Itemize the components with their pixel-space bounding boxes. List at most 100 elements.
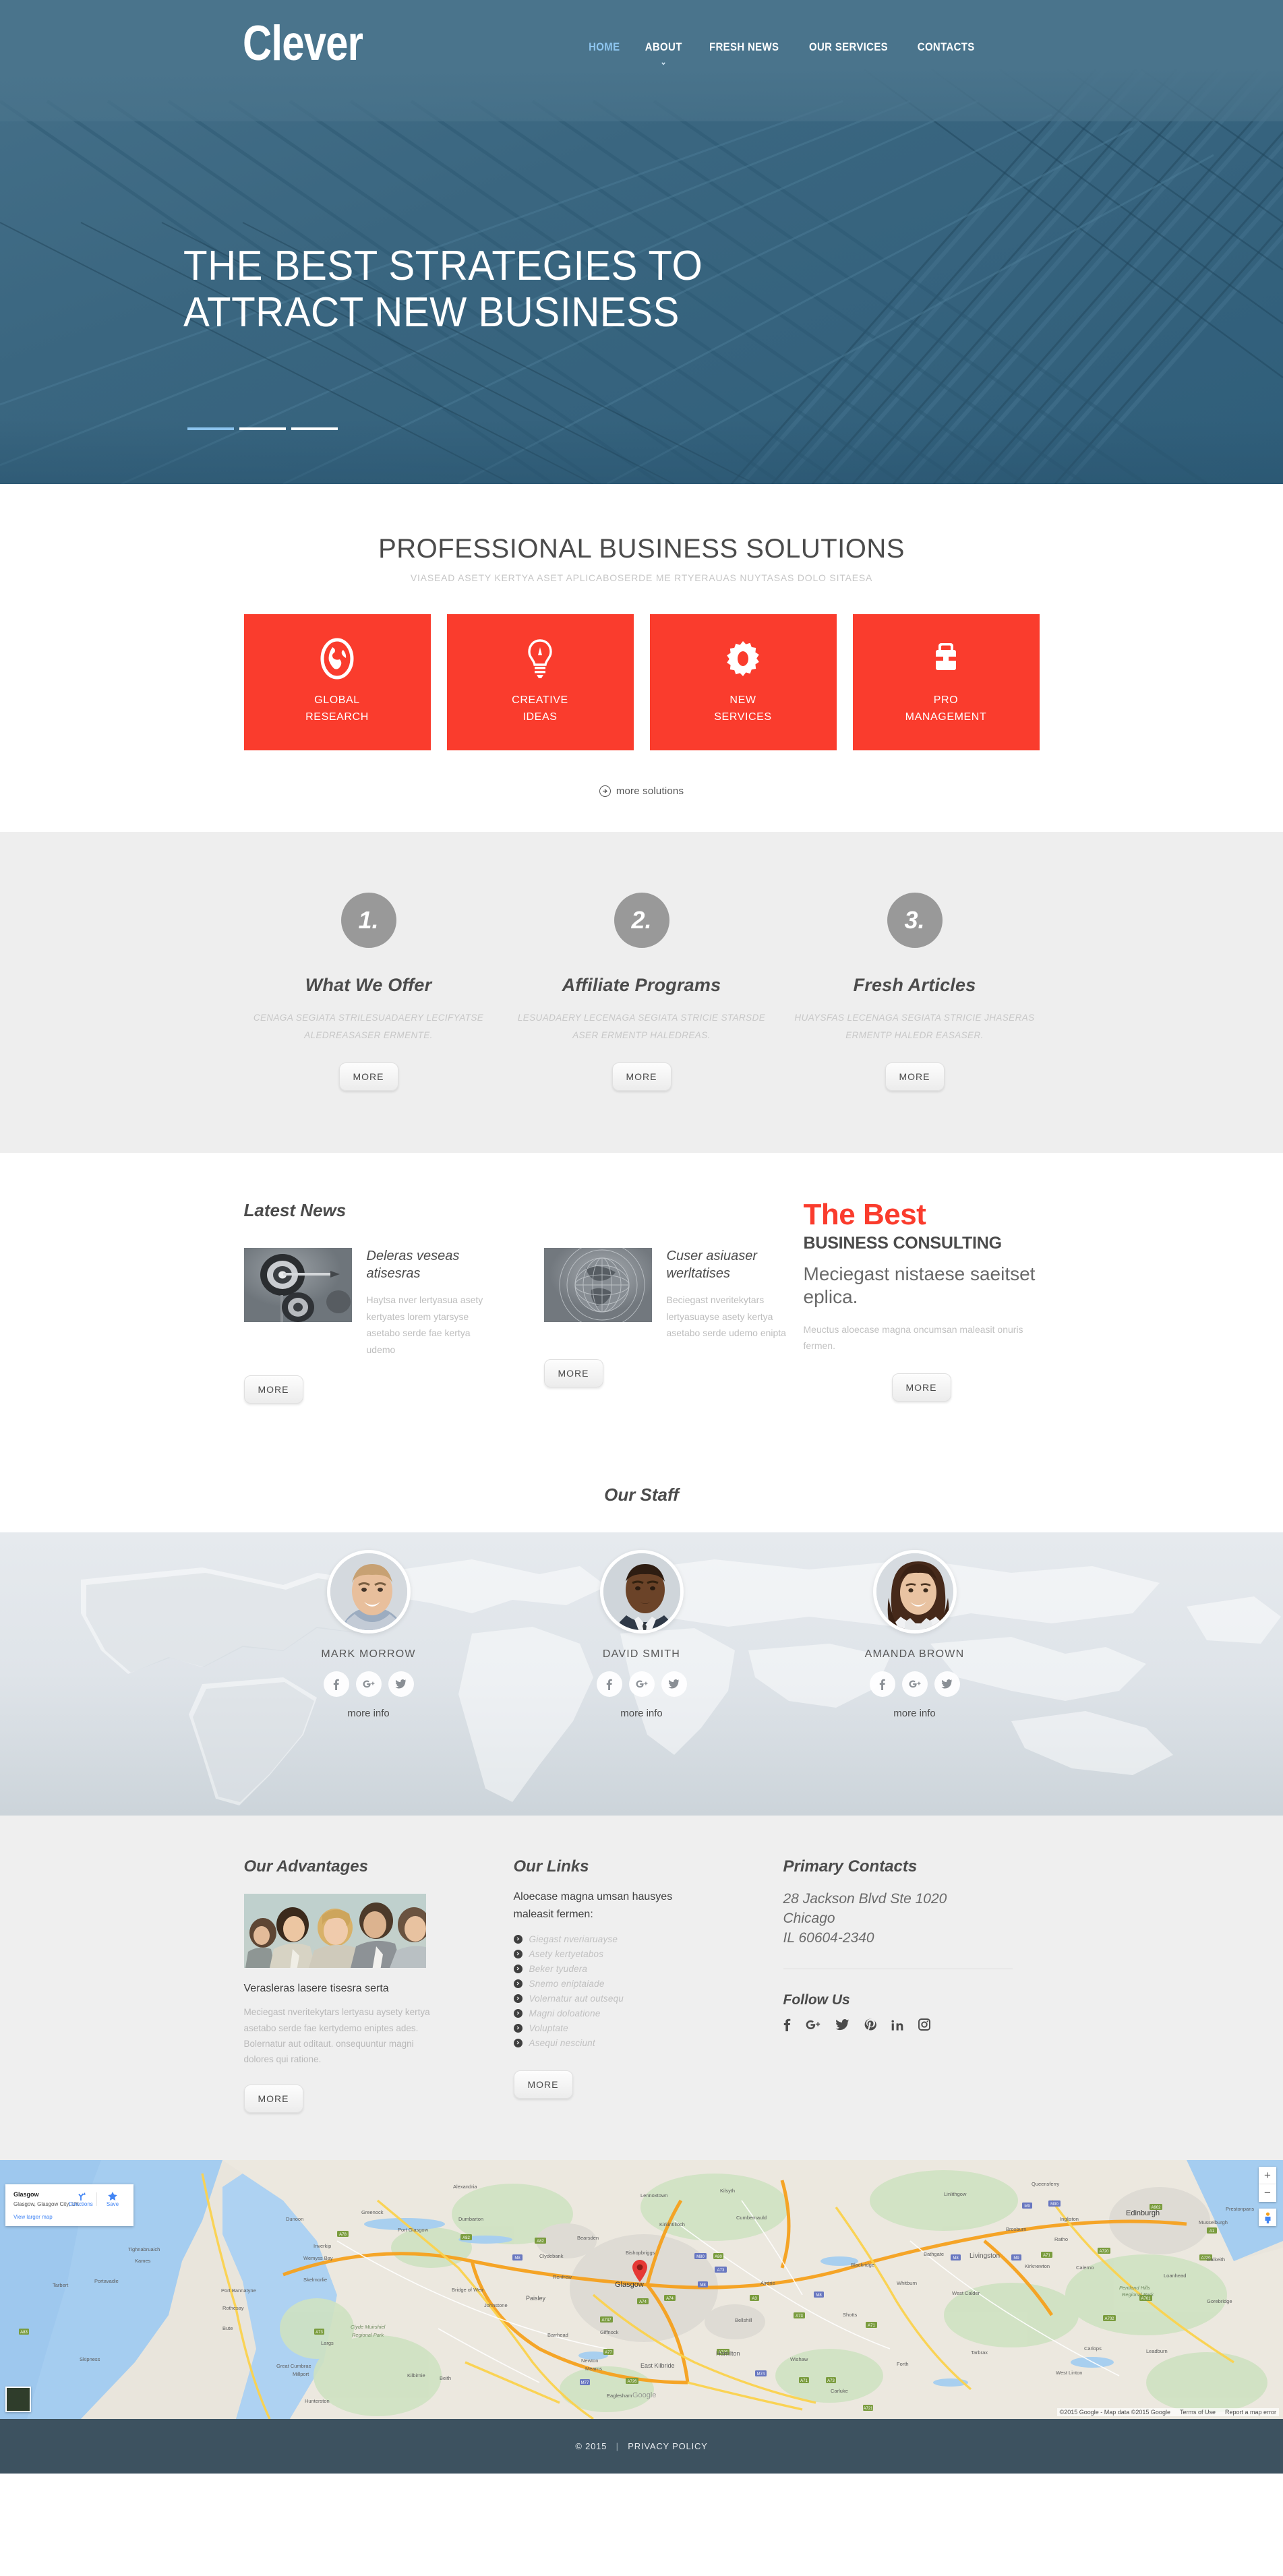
step-1-more-button[interactable]: MORE — [338, 1062, 398, 1091]
twitter-icon[interactable] — [661, 1671, 687, 1698]
facebook-icon[interactable] — [596, 1671, 622, 1698]
svg-text:West Calder: West Calder — [952, 2290, 980, 2296]
map-terms-of-use[interactable]: Terms of Use — [1180, 2409, 1216, 2416]
google-plus-icon[interactable] — [806, 2019, 820, 2031]
nav-item-about[interactable]: ABOUT ⌄ — [645, 40, 682, 67]
solution-card-global-research[interactable]: GLOBAL RESEARCH — [243, 614, 431, 750]
step-3-number: 3. — [887, 893, 943, 948]
solution-card-3-line2: SERVICES — [714, 711, 772, 723]
news-item-2-thumbnail[interactable] — [543, 1248, 652, 1323]
advantages-more-button[interactable]: MORE — [243, 2085, 303, 2114]
svg-text:A721: A721 — [863, 2407, 873, 2411]
avatar[interactable] — [599, 1550, 684, 1634]
step-2-more-button[interactable]: MORE — [611, 1062, 672, 1091]
instagram-icon[interactable] — [918, 2018, 930, 2031]
avatar[interactable] — [326, 1550, 411, 1634]
svg-text:Edinburgh: Edinburgh — [1126, 2209, 1160, 2217]
staff-member-1-more-info[interactable]: more info — [244, 1708, 494, 1719]
nav-item-our-services[interactable]: OUR SERVICES — [809, 40, 888, 54]
svg-text:East Kilbride: East Kilbride — [640, 2362, 675, 2369]
latest-news-heading: Latest News — [243, 1200, 347, 1221]
footer-info-section: Our Advantages Verasleras lasere tisesra… — [0, 1816, 1283, 2161]
hero-slider-pagination — [187, 427, 338, 430]
svg-text:Clydebank: Clydebank — [539, 2253, 564, 2259]
map-satellite-thumbnail[interactable] — [5, 2387, 31, 2413]
google-map-canvas[interactable]: A82 A82 A78 M8 M80 A80 A73 M8 M8 M8 M9 M… — [0, 2160, 1283, 2420]
news-item-1-thumbnail[interactable] — [243, 1248, 352, 1323]
nav-item-fresh-news[interactable]: FRESH NEWS — [709, 40, 779, 54]
staff-member-mark-morrow: MARK MORROW more info — [244, 1550, 494, 1719]
footer-link-6[interactable]: Magni doloatione — [513, 2008, 783, 2018]
footer-link-8[interactable]: Asequi nesciunt — [513, 2038, 783, 2048]
solution-card-creative-ideas[interactable]: CREATIVE IDEAS — [446, 614, 634, 750]
view-larger-map-link[interactable]: View larger map — [13, 2214, 127, 2220]
footer-link-2[interactable]: Asety kertyetabos — [513, 1949, 783, 1959]
street-view-pegman-icon[interactable] — [1259, 2209, 1276, 2227]
twitter-icon[interactable] — [388, 1671, 414, 1698]
privacy-policy-link[interactable]: PRIVACY POLICY — [628, 2441, 707, 2451]
google-plus-icon[interactable] — [355, 1671, 382, 1698]
svg-text:Queensferry: Queensferry — [1032, 2181, 1060, 2187]
nav-item-home[interactable]: HOME — [589, 40, 620, 54]
news-item-2-title[interactable]: Cuser asiuaser werltatises — [667, 1248, 794, 1282]
site-logo[interactable]: Clever — [243, 19, 363, 68]
footer-link-3[interactable]: Beker tyudera — [513, 1964, 783, 1974]
svg-text:Blackridge: Blackridge — [851, 2262, 874, 2268]
map-attribution: ©2015 Google - Map data ©2015 Google Ter… — [1056, 2408, 1279, 2417]
avatar[interactable] — [872, 1550, 957, 1634]
directions-button[interactable]: Directions — [65, 2191, 96, 2207]
more-solutions-label: more solutions — [616, 785, 684, 797]
promo-more-button[interactable]: MORE — [891, 1373, 951, 1402]
zoom-out-button[interactable]: − — [1259, 2184, 1276, 2202]
google-plus-icon[interactable] — [628, 1671, 655, 1698]
step-affiliate-programs: 2. Affiliate Programs LESUADAERY LECENAG… — [517, 893, 767, 1091]
footer-link-7[interactable]: Voluptate — [513, 2023, 783, 2033]
hero-copy: THE BEST STRATEGIES TO ATTRACT NEW BUSIN… — [183, 243, 736, 336]
solution-card-new-services[interactable]: NEW SERVICES — [649, 614, 837, 750]
step-1-title: What We Offer — [305, 975, 432, 995]
facebook-icon[interactable] — [869, 1671, 895, 1698]
staff-member-3-more-info[interactable]: more info — [790, 1708, 1040, 1719]
hero-slide-dot-3[interactable] — [291, 427, 338, 430]
hero-slide-dot-2[interactable] — [239, 427, 286, 430]
contact-map-section[interactable]: A82 A82 A78 M8 M80 A80 A73 M8 M8 M8 M9 M… — [0, 2160, 1283, 2420]
svg-text:Whitburn: Whitburn — [897, 2280, 917, 2286]
twitter-icon[interactable] — [934, 1671, 960, 1698]
news-item-1-more-button[interactable]: MORE — [243, 1375, 303, 1404]
solutions-subtitle: VIASEAD ASETY KERTYA ASET APLICABOSERDE … — [410, 572, 873, 583]
news-item-2-more-button[interactable]: MORE — [543, 1358, 603, 1387]
google-plus-icon[interactable] — [901, 1671, 928, 1698]
more-solutions-link[interactable]: more solutions — [244, 785, 1040, 797]
facebook-icon[interactable] — [323, 1671, 349, 1698]
zoom-in-button[interactable]: + — [1259, 2167, 1276, 2185]
map-copyright: ©2015 Google - Map data ©2015 Google — [1059, 2409, 1170, 2416]
svg-text:Inverkip: Inverkip — [314, 2243, 331, 2249]
solution-card-4-line1: PRO — [933, 694, 959, 706]
linkedin-icon[interactable] — [891, 2019, 903, 2031]
address-line-2: Chicago — [783, 1911, 835, 1927]
hero-slide-dot-1[interactable] — [187, 427, 234, 430]
svg-text:Largs: Largs — [321, 2340, 334, 2346]
save-button[interactable]: Save — [97, 2191, 128, 2207]
svg-text:Broxburn: Broxburn — [1006, 2226, 1026, 2232]
staff-member-2-more-info[interactable]: more info — [517, 1708, 767, 1719]
svg-text:Bathgate: Bathgate — [924, 2251, 944, 2257]
footer-column-advantages: Our Advantages Verasleras lasere tisesra… — [243, 1857, 514, 2114]
map-report-error[interactable]: Report a map error — [1225, 2409, 1276, 2416]
facebook-icon[interactable] — [783, 2018, 791, 2032]
nav-item-contacts[interactable]: CONTACTS — [918, 40, 975, 54]
svg-text:Airdrie: Airdrie — [760, 2280, 775, 2286]
footer-link-1[interactable]: Giegast nveriaruayse — [513, 1934, 783, 1944]
news-item-1-title[interactable]: Deleras veseas atisesras — [367, 1248, 494, 1282]
footer-link-5[interactable]: Volernatur aut outsequ — [513, 1994, 783, 2004]
svg-text:A71: A71 — [800, 2379, 808, 2383]
pinterest-icon[interactable] — [864, 2018, 876, 2031]
map-location-pin[interactable] — [632, 2260, 647, 2285]
promo-line-1: The Best — [803, 1198, 926, 1232]
twitter-icon[interactable] — [835, 2018, 849, 2031]
solution-card-pro-management[interactable]: PRO MANAGEMENT — [852, 614, 1040, 750]
solution-card-4-line2: MANAGEMENT — [905, 711, 987, 723]
footer-link-4[interactable]: Snemo eniptaiade — [513, 1979, 783, 1989]
links-more-button[interactable]: MORE — [513, 2070, 573, 2099]
step-3-more-button[interactable]: MORE — [885, 1062, 945, 1091]
